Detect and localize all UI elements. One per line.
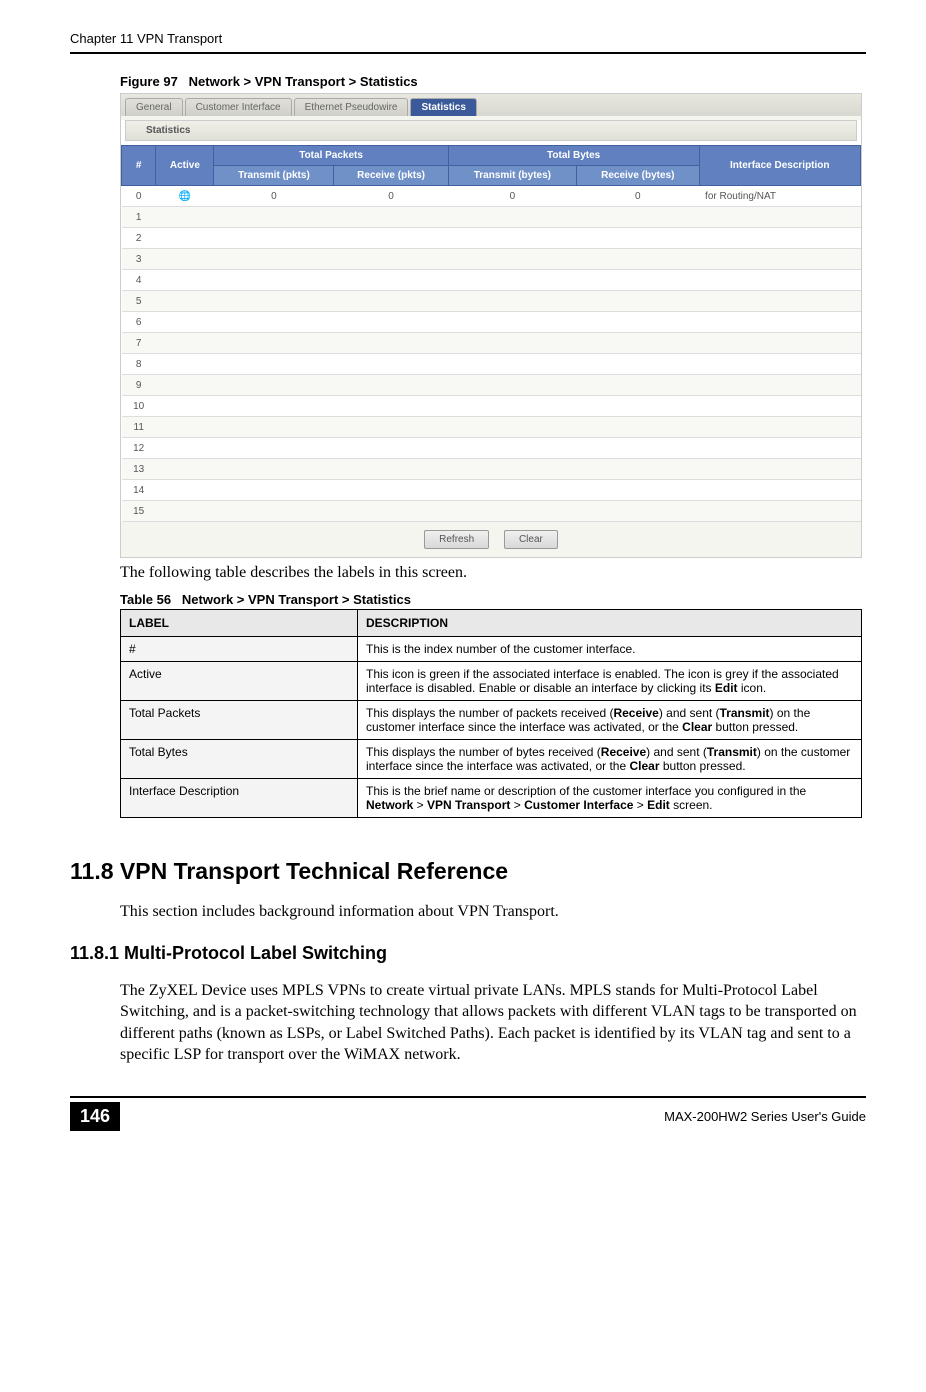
desc-label: # bbox=[121, 637, 358, 662]
tab-customer-interface[interactable]: Customer Interface bbox=[185, 98, 292, 116]
chapter-header: Chapter 11 VPN Transport bbox=[70, 30, 866, 54]
desc-text: This displays the number of bytes receiv… bbox=[358, 740, 862, 779]
col-num: # bbox=[122, 146, 156, 186]
table-row: ActiveThis icon is green if the associat… bbox=[121, 662, 862, 701]
table-row: 0🌐0000for Routing/NAT bbox=[122, 186, 861, 207]
statistics-table: # Active Total Packets Total Bytes Inter… bbox=[121, 145, 861, 522]
table56: LABEL DESCRIPTION #This is the index num… bbox=[120, 609, 862, 818]
desc-label: Total Bytes bbox=[121, 740, 358, 779]
page-number: 146 bbox=[70, 1102, 120, 1131]
table-row: Total BytesThis displays the number of b… bbox=[121, 740, 862, 779]
table56-text: Network > VPN Transport > Statistics bbox=[182, 592, 411, 607]
panel-title: Statistics bbox=[125, 120, 857, 141]
figure-label: Figure 97 bbox=[120, 74, 178, 89]
table56-head-desc: DESCRIPTION bbox=[358, 610, 862, 637]
desc-label: Total Packets bbox=[121, 701, 358, 740]
tab-ethernet-pseudowire[interactable]: Ethernet Pseudowire bbox=[294, 98, 409, 116]
col-total-packets: Total Packets bbox=[214, 146, 448, 166]
table-row: #This is the index number of the custome… bbox=[121, 637, 862, 662]
section-11-8-1-heading: 11.8.1 Multi-Protocol Label Switching bbox=[70, 943, 866, 964]
table56-head-label: LABEL bbox=[121, 610, 358, 637]
desc-text: This is the brief name or description of… bbox=[358, 779, 862, 818]
figure-text: Network > VPN Transport > Statistics bbox=[189, 74, 418, 89]
col-total-bytes: Total Bytes bbox=[448, 146, 699, 166]
desc-text: This displays the number of packets rece… bbox=[358, 701, 862, 740]
col-rx-bytes: Receive (bytes) bbox=[577, 166, 700, 186]
table-row: Interface DescriptionThis is the brief n… bbox=[121, 779, 862, 818]
tab-general[interactable]: General bbox=[125, 98, 183, 116]
table-row: 7 bbox=[122, 333, 861, 354]
desc-text: This icon is green if the associated int… bbox=[358, 662, 862, 701]
table-row: 6 bbox=[122, 312, 861, 333]
refresh-button[interactable]: Refresh bbox=[424, 530, 489, 549]
section-11-8-text: This section includes background informa… bbox=[120, 901, 866, 923]
col-tx-bytes: Transmit (bytes) bbox=[448, 166, 576, 186]
table-row: 11 bbox=[122, 417, 861, 438]
desc-label: Interface Description bbox=[121, 779, 358, 818]
desc-label: Active bbox=[121, 662, 358, 701]
table-row: 8 bbox=[122, 354, 861, 375]
table-row: 10 bbox=[122, 396, 861, 417]
table-row: 2 bbox=[122, 228, 861, 249]
footer: 146 MAX-200HW2 Series User's Guide bbox=[70, 1096, 866, 1131]
intro-text: The following table describes the labels… bbox=[120, 564, 866, 582]
table56-caption: Table 56 Network > VPN Transport > Stati… bbox=[120, 592, 866, 607]
tab-statistics[interactable]: Statistics bbox=[410, 98, 476, 116]
table-row: 4 bbox=[122, 270, 861, 291]
table-row: 15 bbox=[122, 501, 861, 522]
col-tx-pkts: Transmit (pkts) bbox=[214, 166, 334, 186]
table56-label: Table 56 bbox=[120, 592, 171, 607]
table-row: Total PacketsThis displays the number of… bbox=[121, 701, 862, 740]
table-row: 12 bbox=[122, 438, 861, 459]
desc-text: This is the index number of the customer… bbox=[358, 637, 862, 662]
chapter-title: Chapter 11 VPN Transport bbox=[70, 31, 222, 46]
section-11-8-heading: 11.8 VPN Transport Technical Reference bbox=[70, 858, 866, 885]
col-iface-desc: Interface Description bbox=[699, 146, 860, 186]
globe-icon: 🌐 bbox=[156, 186, 214, 207]
screenshot-panel: General Customer Interface Ethernet Pseu… bbox=[120, 93, 862, 558]
section-11-8-1-text: The ZyXEL Device uses MPLS VPNs to creat… bbox=[120, 980, 866, 1066]
table-row: 9 bbox=[122, 375, 861, 396]
button-row: Refresh Clear bbox=[121, 522, 861, 557]
table-row: 3 bbox=[122, 249, 861, 270]
table-row: 14 bbox=[122, 480, 861, 501]
table-row: 5 bbox=[122, 291, 861, 312]
table-row: 13 bbox=[122, 459, 861, 480]
tab-bar: General Customer Interface Ethernet Pseu… bbox=[121, 94, 861, 116]
figure-caption: Figure 97 Network > VPN Transport > Stat… bbox=[120, 74, 866, 89]
col-rx-pkts: Receive (pkts) bbox=[334, 166, 448, 186]
guide-name: MAX-200HW2 Series User's Guide bbox=[664, 1109, 866, 1124]
clear-button[interactable]: Clear bbox=[504, 530, 558, 549]
col-active: Active bbox=[156, 146, 214, 186]
table-row: 1 bbox=[122, 207, 861, 228]
